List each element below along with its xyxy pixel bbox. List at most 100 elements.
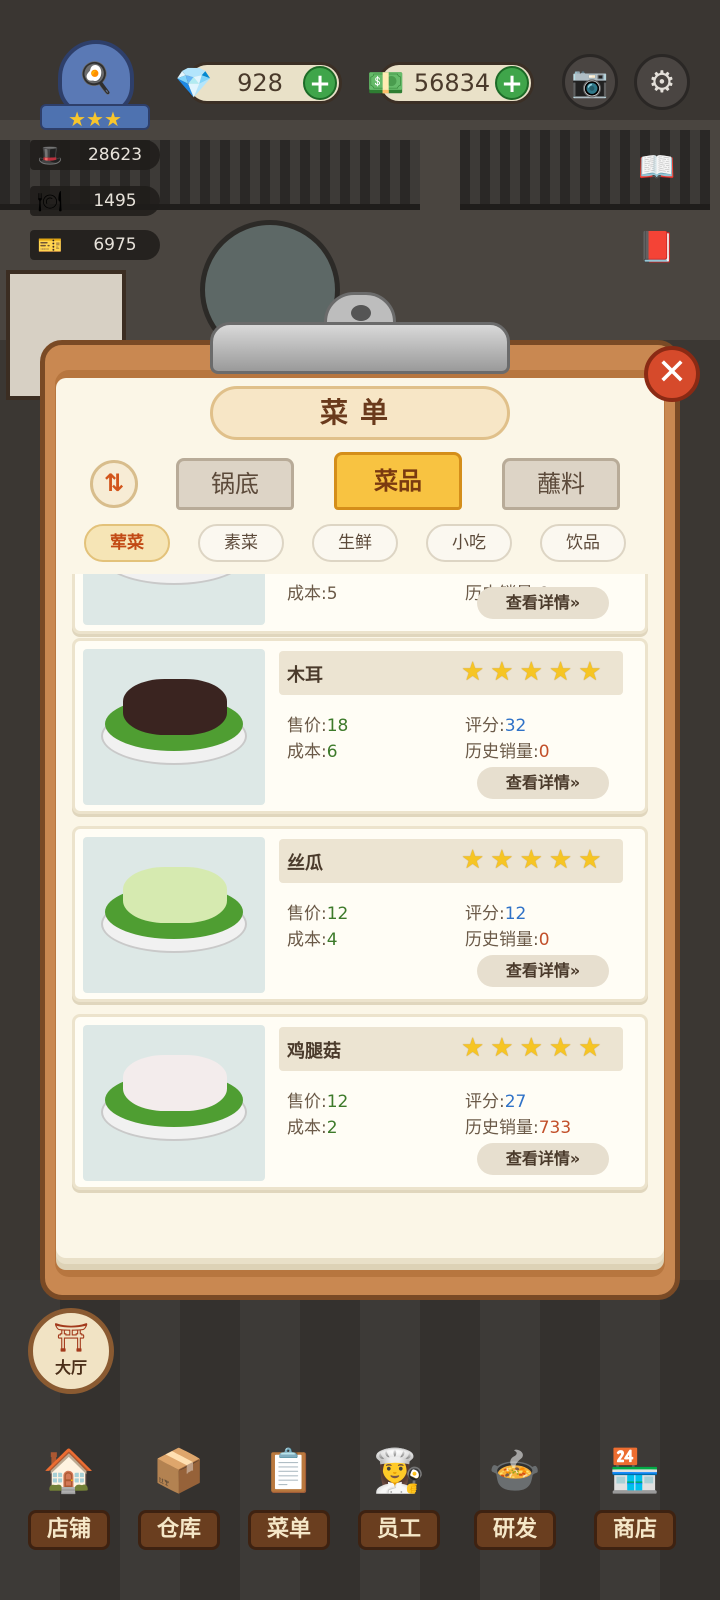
cost-value: 6 xyxy=(326,742,338,762)
nav-staff[interactable]: 👩‍🍳 员工 xyxy=(344,1430,454,1560)
gem-value: 928 xyxy=(237,69,283,97)
category-fresh[interactable]: 生鲜 xyxy=(312,524,398,562)
star-rating: ★★★★★ xyxy=(461,657,608,687)
sales-value: 0 xyxy=(538,742,550,762)
loofah-icon xyxy=(123,867,227,923)
rating-field: 评分:32 xyxy=(465,711,526,736)
view-details-button[interactable]: 查看详情» xyxy=(477,1143,609,1175)
dish-image xyxy=(83,1025,265,1181)
star-rating: ★★★★★ xyxy=(461,845,608,875)
cost-field: 成本:5 xyxy=(287,584,338,604)
close-button[interactable]: ✕ xyxy=(644,346,700,402)
rating-label: 评分: xyxy=(465,716,505,736)
nav-menu[interactable]: 📋 菜单 xyxy=(234,1430,344,1560)
settings-button[interactable]: ⚙ xyxy=(634,54,690,110)
view-details-button[interactable]: 查看详情» xyxy=(477,955,609,987)
cost-label: 成本: xyxy=(287,930,327,950)
sales-field: 历史销量:0 xyxy=(465,925,550,950)
wood-ear-icon xyxy=(123,679,227,735)
gem-counter: 💎 928 + xyxy=(175,62,342,104)
sales-field: 历史销量:0 xyxy=(465,737,550,762)
storefront-icon: 🏠 xyxy=(42,1446,96,1495)
nav-warehouse[interactable]: 📦 仓库 xyxy=(124,1430,234,1560)
dish-card-partial: 成本:5 历史销量:0 查看详情» xyxy=(72,574,648,634)
rating-field: 评分:12 xyxy=(465,899,526,924)
tab-dipping-sauce[interactable]: 蘸料 xyxy=(502,458,620,510)
sales-label: 历史销量: xyxy=(465,1118,539,1138)
guide-book-button[interactable]: 📖 xyxy=(630,140,684,194)
chef-girl-icon: 👩‍🍳 xyxy=(372,1446,426,1495)
stat-value: 28623 xyxy=(87,145,143,165)
money-counter: 💵 56834 + xyxy=(367,62,534,104)
help-book-icon: 📖 xyxy=(638,149,676,185)
menu-title: 菜单 xyxy=(210,386,510,440)
recipe-book-button[interactable]: 📕 xyxy=(630,220,684,274)
dish-card: 鸡腿菇 ★★★★★ 售价:12 成本:2 评分:27 历史销量:733 查看详情… xyxy=(72,1014,648,1190)
gear-icon: ⚙ xyxy=(648,64,676,100)
chef-level-badge[interactable]: 🍳 ★★★ xyxy=(40,40,150,131)
price-field: 售价:18 xyxy=(287,711,348,736)
price-field: 售价:12 xyxy=(287,899,348,924)
rating-value: 27 xyxy=(504,1092,527,1112)
add-money-button[interactable]: + xyxy=(495,66,529,100)
view-details-button[interactable]: 查看详情» xyxy=(477,767,609,799)
sales-value: 733 xyxy=(538,1118,572,1138)
price-field: 售价:12 xyxy=(287,1087,348,1112)
tab-dishes[interactable]: 菜品 xyxy=(334,452,462,510)
nav-store[interactable]: 🏪 商店 xyxy=(580,1430,690,1560)
top-hud: 🍳 ★★★ 💎 928 + 💵 56834 + 📷 ⚙ 🎩 28623 🍽 14… xyxy=(0,0,720,265)
category-drink[interactable]: 饮品 xyxy=(540,524,626,562)
stat-value: 6975 xyxy=(93,235,137,255)
dish-image xyxy=(83,837,265,993)
tab-soup-base[interactable]: 锅底 xyxy=(176,458,294,510)
bottom-nav: 🏠 店铺 📦 仓库 📋 菜单 👩‍🍳 员工 🍲 研发 🏪 商店 xyxy=(0,1430,720,1580)
hall-label: 大厅 xyxy=(54,1358,87,1377)
price-value: 12 xyxy=(326,1092,349,1112)
cost-field: 成本:4 xyxy=(287,925,338,950)
camera-button[interactable]: 📷 xyxy=(562,54,618,110)
cost-field: 成本:2 xyxy=(287,1113,338,1138)
badge-stars: ★★★ xyxy=(40,104,150,131)
nav-shop-front[interactable]: 🏠 店铺 xyxy=(14,1430,124,1560)
rating-field: 评分:27 xyxy=(465,1087,526,1112)
price-label: 售价: xyxy=(287,904,327,924)
shop-stall-icon: 🏪 xyxy=(608,1446,662,1495)
plate-icon xyxy=(101,574,247,585)
cost-value: 4 xyxy=(326,930,338,950)
cash-icon: 💵 xyxy=(367,65,405,101)
category-meat[interactable]: 荤菜 xyxy=(84,524,170,562)
rating-value: 12 xyxy=(504,904,527,924)
stat-tickets: 🎫 6975 xyxy=(30,230,160,260)
nav-label: 店铺 xyxy=(28,1510,110,1550)
hat-icon: 🎩 xyxy=(37,143,63,167)
cost-field: 成本:6 xyxy=(287,737,338,762)
nav-label: 员工 xyxy=(358,1510,440,1550)
nav-research[interactable]: 🍲 研发 xyxy=(460,1430,570,1560)
cloche-icon: 🍽 xyxy=(37,189,63,213)
view-details-button[interactable]: 查看详情» xyxy=(477,587,609,619)
sort-button[interactable]: ⇅ xyxy=(90,460,138,508)
stat-value: 1495 xyxy=(93,191,137,211)
money-value: 56834 xyxy=(413,69,491,97)
dish-name: 木耳 xyxy=(287,665,323,686)
clipboard-icon: 📋 xyxy=(262,1446,316,1495)
rating-label: 评分: xyxy=(465,1092,505,1112)
clip-hole xyxy=(351,305,371,321)
category-snack[interactable]: 小吃 xyxy=(426,524,512,562)
mushroom-icon xyxy=(123,1055,227,1111)
nav-label: 商店 xyxy=(594,1510,676,1550)
nav-label: 研发 xyxy=(474,1510,556,1550)
camera-icon: 📷 xyxy=(571,64,609,100)
sales-label: 历史销量: xyxy=(465,930,539,950)
recipe-book-icon: 📕 xyxy=(638,229,676,265)
add-gems-button[interactable]: + xyxy=(303,66,337,100)
hall-button[interactable]: ⛩ 大厅 xyxy=(28,1308,114,1394)
dish-list[interactable]: 成本:5 历史销量:0 查看详情» 木耳 ★★★★★ 售价:18 成本:6 评分… xyxy=(64,574,656,1214)
stat-reputation: 🎩 28623 xyxy=(30,140,160,170)
stat-dishes: 🍽 1495 xyxy=(30,186,160,216)
dish-image xyxy=(83,649,265,805)
category-vegetable[interactable]: 素菜 xyxy=(198,524,284,562)
sales-label: 历史销量: xyxy=(465,742,539,762)
ticket-icon: 🎫 xyxy=(37,233,63,257)
star-rating: ★★★★★ xyxy=(461,1033,608,1063)
